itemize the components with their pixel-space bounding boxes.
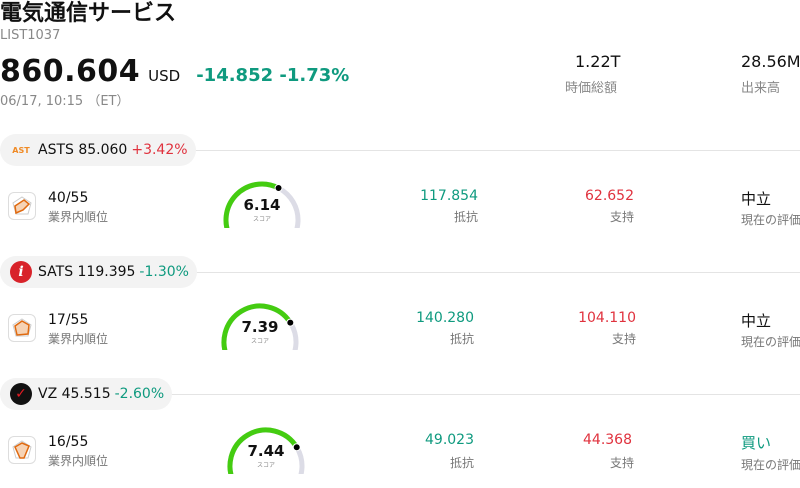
resistance-label: 抵抗: [453, 210, 478, 224]
resistance-label: 抵抗: [449, 456, 474, 470]
industry-rank-value: 16/55: [48, 434, 89, 450]
resistance-value: 117.854: [420, 188, 478, 204]
industry-rank-icon: [8, 314, 36, 342]
page-title: 電気通信サービス: [0, 1, 177, 26]
stock-section-asts: AST ASTS 85.060 +3.42% 40/55 業界内順位 6.14 …: [0, 134, 800, 256]
resistance-value: 49.023: [425, 432, 474, 448]
support-label: 支持: [609, 210, 634, 224]
score-value: 7.39: [241, 318, 279, 336]
industry-rank-value: 40/55: [48, 190, 89, 206]
stock-symbol-price: VZ 45.515: [38, 386, 111, 402]
gauge-marker: [274, 184, 283, 193]
stock-change-pct: +3.42%: [131, 142, 188, 158]
score-value: 6.14: [243, 196, 281, 214]
currency-label: USD: [148, 67, 181, 85]
evaluation-value: 買い: [741, 434, 772, 452]
evaluation-label: 現在の評価: [741, 458, 800, 472]
score-label: スコア: [252, 216, 271, 223]
industry-rank-label: 業界内順位: [48, 454, 109, 468]
stock-symbol-price: SATS 119.395: [38, 264, 136, 280]
asts-logo-icon: AST: [12, 145, 30, 155]
stock-change-pct: -2.60%: [114, 386, 165, 402]
score-gauge: 6.14 スコア: [220, 178, 310, 241]
volume-value: 28.56M: [741, 52, 800, 71]
industry-rank-label: 業界内順位: [48, 332, 109, 346]
volume-label: 出来高: [741, 81, 781, 96]
support-value: 104.110: [578, 310, 636, 326]
resistance-value: 140.280: [416, 310, 474, 326]
support-value: 44.368: [583, 432, 632, 448]
resistance-label: 抵抗: [449, 332, 474, 346]
stock-pill[interactable]: ✓ VZ 45.515 -2.60%: [0, 378, 173, 410]
stock-symbol-price: ASTS 85.060: [38, 142, 128, 158]
stock-section-sats: i SATS 119.395 -1.30% 17/55 業界内順位 7.39 ス…: [0, 256, 800, 378]
sats-logo-icon: i: [10, 261, 32, 283]
support-label: 支持: [611, 332, 636, 346]
price-change: -14.852 -1.73%: [196, 65, 350, 86]
market-cap-stat: 1.22T 時価総額: [565, 52, 620, 96]
stock-change-pct: -1.30%: [139, 264, 189, 280]
stock-section-vz: ✓ VZ 45.515 -2.60% 16/55 業界内順位 7.44 スコア …: [0, 378, 800, 488]
index-price: 860.604: [0, 54, 141, 89]
industry-rank-value: 17/55: [48, 312, 89, 328]
support-label: 支持: [609, 456, 634, 470]
score-value: 7.44: [247, 442, 285, 460]
industry-rank-icon: [8, 436, 36, 464]
score-gauge: 7.44 スコア: [224, 424, 314, 487]
volume-stat: 28.56M 出来高: [741, 52, 800, 96]
market-cap-label: 時価総額: [565, 81, 618, 96]
quote-datetime: 06/17, 10:15 （ET）: [0, 94, 130, 109]
evaluation-value: 中立: [741, 190, 772, 208]
evaluation-value: 中立: [741, 312, 772, 330]
support-value: 62.652: [585, 188, 634, 204]
evaluation-label: 現在の評価: [741, 213, 800, 227]
score-gauge: 7.39 スコア: [218, 300, 308, 363]
stock-pill[interactable]: AST ASTS 85.060 +3.42%: [0, 134, 196, 166]
industry-rank-label: 業界内順位: [48, 210, 109, 224]
price-row: 860.604 USD -14.852 -1.73%: [0, 54, 349, 89]
vz-logo-icon: ✓: [10, 383, 32, 405]
stock-pill[interactable]: i SATS 119.395 -1.30%: [0, 256, 197, 288]
market-cap-value: 1.22T: [575, 52, 621, 71]
industry-rank-icon: [8, 192, 36, 220]
score-label: スコア: [256, 462, 275, 469]
score-label: スコア: [250, 338, 269, 345]
ticker-code: LIST1037: [0, 28, 61, 43]
evaluation-label: 現在の評価: [741, 335, 800, 349]
